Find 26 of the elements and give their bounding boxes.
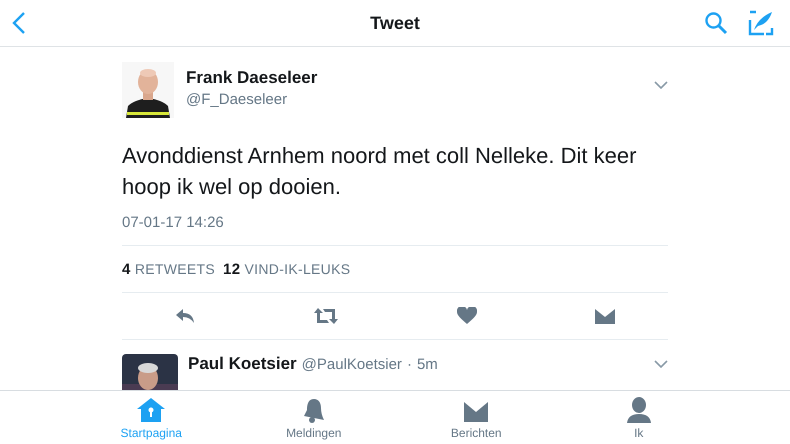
retweet-icon[interactable]: [313, 307, 340, 325]
stat-count[interactable]: 4 RETWEETS: [122, 260, 216, 278]
tab[interactable]: Ik: [584, 391, 694, 444]
house-icon: [136, 397, 166, 423]
envelope-icon[interactable]: [594, 308, 616, 324]
chevron-down-icon[interactable]: [654, 81, 668, 89]
separator-dot: ·: [406, 356, 412, 373]
compose-button[interactable]: [746, 8, 776, 38]
tab[interactable]: Startpagina: [96, 391, 206, 444]
reply-handle: @PaulKoetsier: [302, 356, 402, 373]
envelope-icon: [463, 401, 490, 423]
window-title: Tweet: [370, 13, 420, 34]
tweet-text: Avonddienst Arnhem noord met coll Nelleke. Dit keer hoop ik wel op dooien.: [122, 142, 638, 201]
reply-author-name: Paul Koetsier: [188, 354, 297, 374]
reply-time: 5m: [416, 356, 438, 373]
tab[interactable]: Meldingen: [258, 391, 369, 444]
reply-icon[interactable]: [174, 307, 196, 325]
tab[interactable]: Berichten: [421, 391, 532, 444]
heart-icon[interactable]: [456, 307, 477, 325]
author-handle: @F_Daeseleer: [186, 91, 288, 108]
stat-count[interactable]: 12 VIND-IK-LEUKS: [223, 260, 350, 278]
tweet-timestamp: 07-01-17 14:26: [122, 214, 225, 231]
person-icon: [626, 397, 651, 423]
author-name: Frank Daeseleer: [186, 68, 318, 88]
bell-icon: [302, 397, 326, 423]
chevron-down-icon[interactable]: [654, 360, 668, 368]
